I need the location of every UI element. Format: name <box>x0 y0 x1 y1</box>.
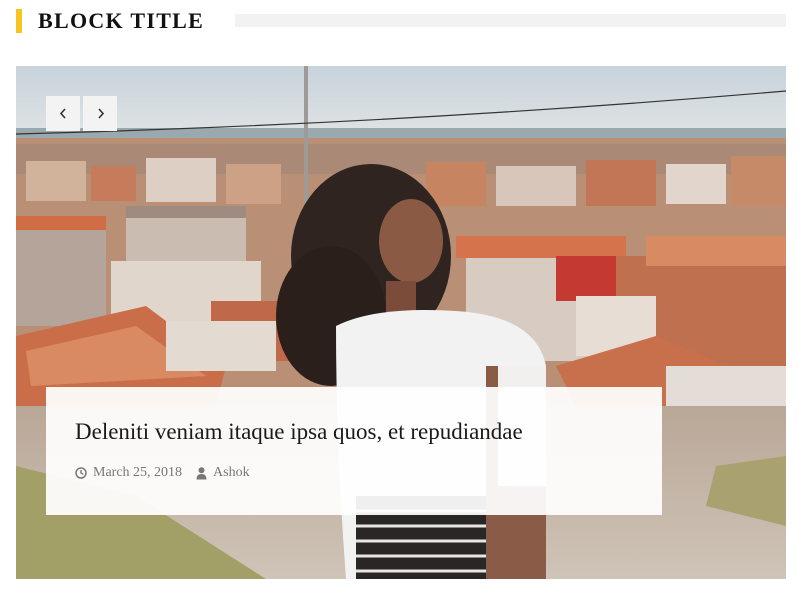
slider-prev-button[interactable] <box>46 96 80 131</box>
clock-icon <box>75 467 87 479</box>
block-header: BLOCK TITLE <box>16 8 786 33</box>
post-title-link[interactable]: Deleniti veniam itaque ipsa quos, et rep… <box>75 417 523 447</box>
chevron-left-icon <box>59 108 66 119</box>
post-author-text[interactable]: Ashok <box>213 464 250 482</box>
post-date-text: March 25, 2018 <box>93 465 183 480</box>
post-author[interactable]: Ashok <box>196 464 250 482</box>
post-caption: Deleniti veniam itaque ipsa quos, et rep… <box>46 387 662 515</box>
user-icon <box>196 466 207 479</box>
featured-slider[interactable]: Deleniti veniam itaque ipsa quos, et rep… <box>16 66 786 579</box>
block-title: BLOCK TITLE <box>38 8 205 33</box>
title-accent-bar <box>16 9 22 33</box>
post-date: March 25, 2018 <box>75 464 182 482</box>
chevron-right-icon <box>97 108 104 119</box>
title-divider <box>235 14 786 27</box>
slider-next-button[interactable] <box>83 96 117 131</box>
post-meta: March 25, 2018 Ashok <box>75 464 250 482</box>
